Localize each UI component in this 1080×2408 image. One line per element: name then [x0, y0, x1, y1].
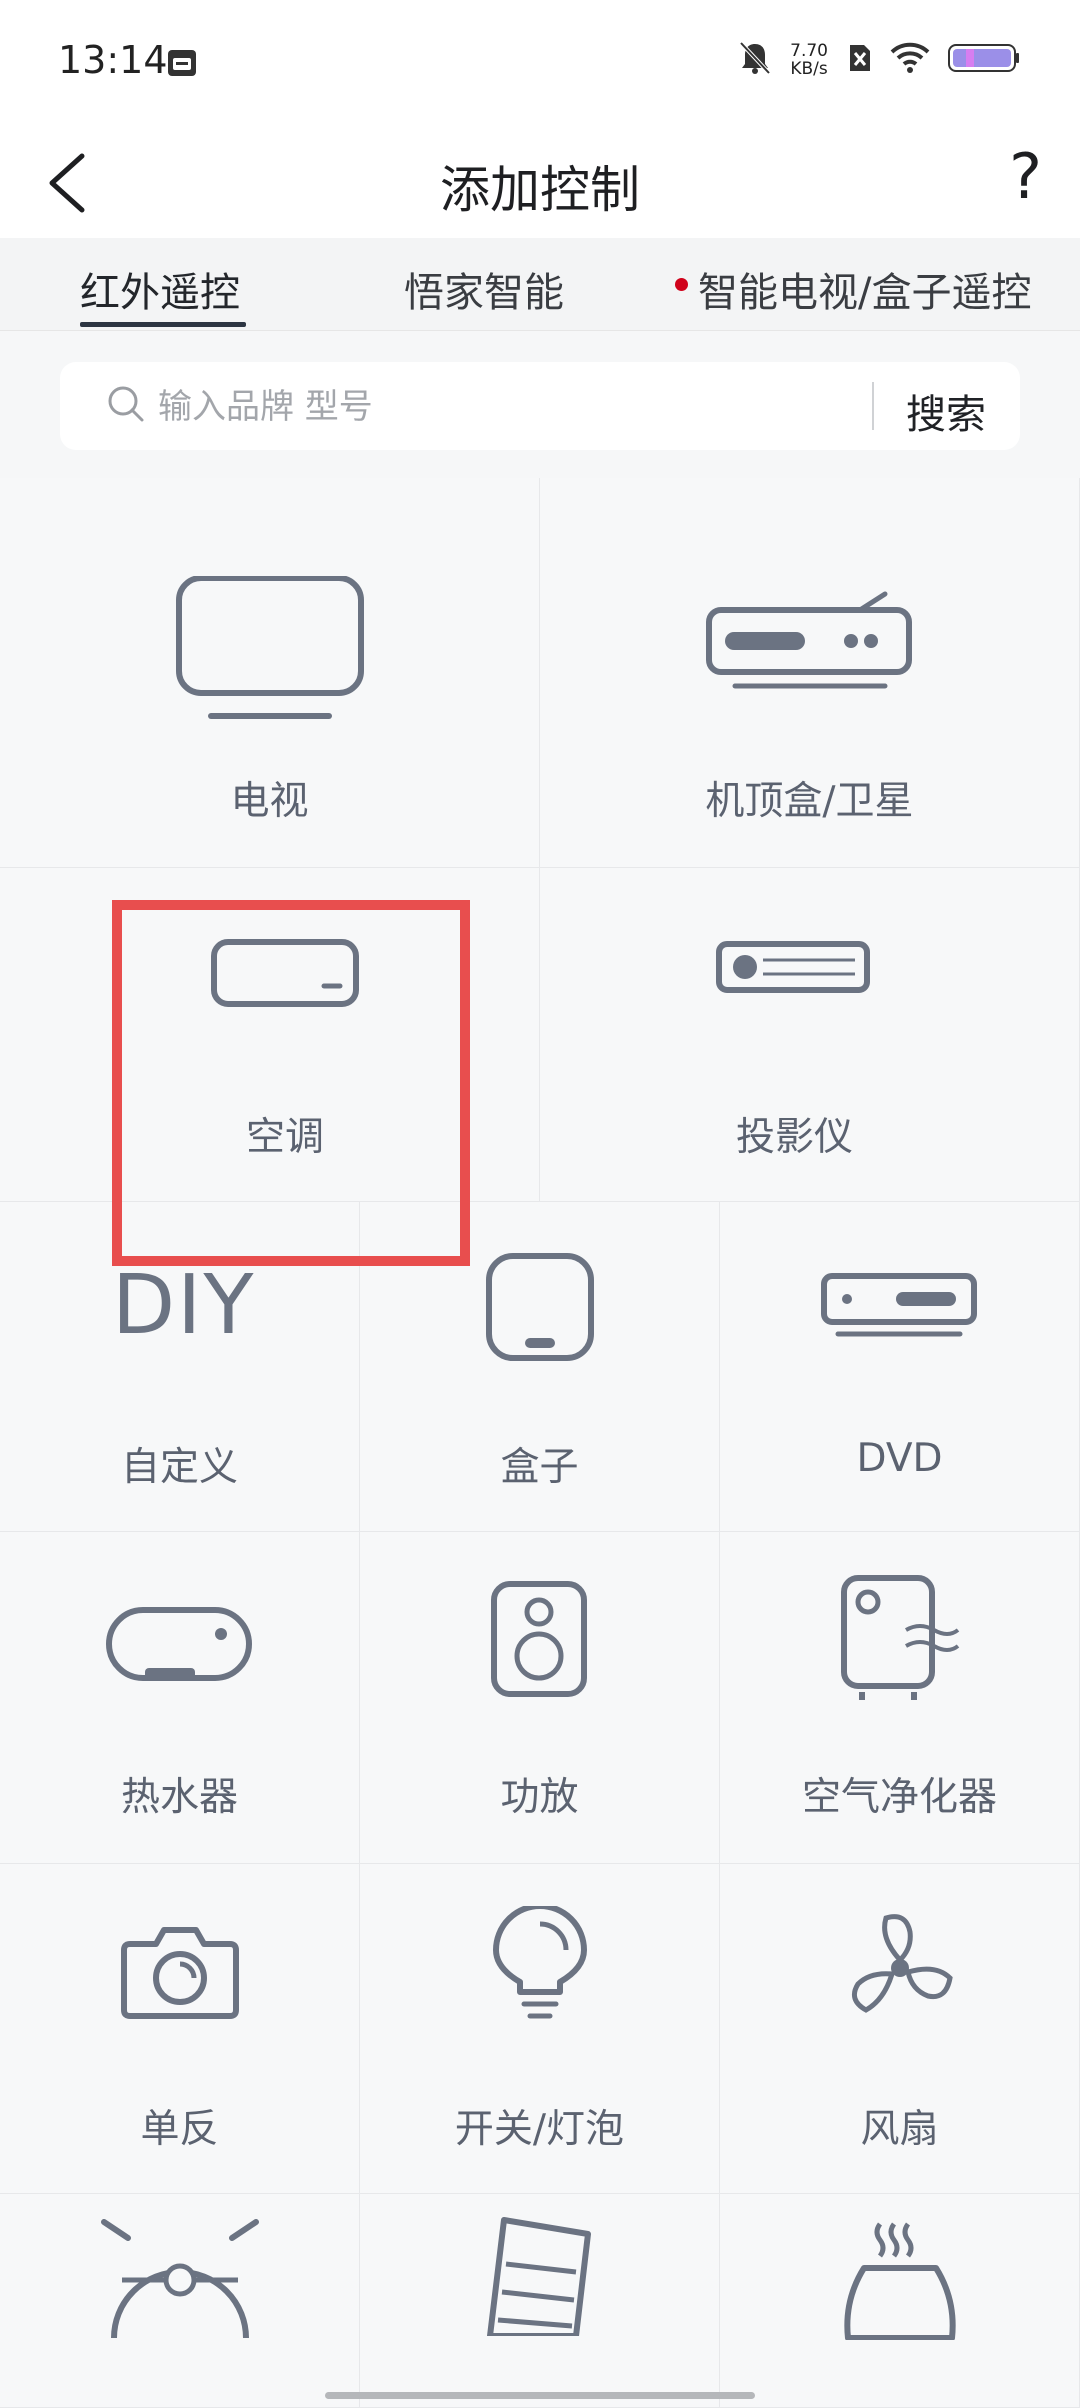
- device-amplifier[interactable]: 功放: [360, 1532, 720, 1864]
- header-bar: 添加控制 ?: [0, 128, 1080, 239]
- tv-icon: [175, 576, 364, 719]
- device-label: 风扇: [860, 2107, 939, 2152]
- device-fan[interactable]: 风扇: [720, 1864, 1080, 2194]
- device-label: 投影仪: [735, 1115, 853, 1160]
- mute-bell-icon: [738, 40, 772, 80]
- device-camera[interactable]: 单反: [0, 1864, 360, 2194]
- heater-icon: [486, 2217, 591, 2336]
- water-heater-icon: [105, 1607, 252, 1681]
- status-time: 13:14: [58, 38, 168, 82]
- device-set-top-box[interactable]: 机顶盒/卫星: [540, 478, 1080, 868]
- air-purifier-icon: [840, 1575, 959, 1700]
- search-input[interactable]: [156, 380, 920, 434]
- device-dvd[interactable]: DVD: [720, 1202, 1080, 1532]
- tab-smart-tv[interactable]: 智能电视/盒子遥控: [698, 260, 1031, 318]
- sim-off-icon: [846, 43, 872, 77]
- device-label: 电视: [230, 779, 309, 824]
- home-indicator[interactable]: [325, 2392, 755, 2399]
- set-top-box-icon: [705, 591, 912, 689]
- projector-icon: [716, 941, 870, 993]
- search-divider: [872, 382, 874, 430]
- light-bulb-icon: [492, 1906, 587, 2019]
- battery-icon: [948, 42, 1020, 78]
- device-light-bulb[interactable]: 开关/灯泡: [360, 1864, 720, 2194]
- new-badge-dot: [675, 278, 688, 291]
- diy-icon: DIY: [112, 1258, 256, 1353]
- device-label: 热水器: [120, 1775, 238, 1820]
- tab-infrared[interactable]: 红外遥控: [80, 260, 240, 318]
- search-bar: 搜索: [60, 362, 1020, 450]
- network-speed: 7.70 KB/s: [790, 42, 828, 78]
- device-air-purifier[interactable]: 空气净化器: [720, 1532, 1080, 1864]
- camera-icon: [120, 1927, 239, 2019]
- device-robot-vacuum[interactable]: [0, 2194, 360, 2408]
- device-tv[interactable]: 电视: [0, 478, 540, 868]
- calendar-icon: [166, 46, 198, 82]
- page-title: 添加控制: [440, 161, 640, 219]
- device-label: 单反: [140, 2107, 219, 2152]
- robot-vacuum-icon: [100, 2219, 259, 2338]
- box-icon: [485, 1253, 594, 1361]
- device-projector[interactable]: 投影仪: [540, 868, 1080, 1202]
- active-tab-indicator: [80, 322, 246, 327]
- status-bar: 13:14 7.70 KB/s: [0, 0, 1080, 128]
- device-label: 开关/灯泡: [454, 2107, 625, 2152]
- wifi-icon: [890, 42, 930, 78]
- device-label: 盒子: [500, 1445, 579, 1490]
- selection-highlight-box: [112, 900, 470, 1266]
- fan-icon: [851, 1914, 953, 2013]
- device-label: 功放: [500, 1775, 579, 1820]
- network-speed-unit: KB/s: [790, 59, 828, 79]
- device-label: 空气净化器: [801, 1775, 997, 1820]
- search-button[interactable]: 搜索: [906, 382, 986, 440]
- device-label: DVD: [856, 1436, 943, 1481]
- search-icon: [106, 384, 146, 428]
- humidifier-icon: [843, 2222, 956, 2340]
- device-label: 自定义: [120, 1445, 238, 1490]
- device-heater[interactable]: [360, 2194, 720, 2408]
- help-button[interactable]: ?: [1009, 140, 1042, 213]
- device-water-heater[interactable]: 热水器: [0, 1532, 360, 1864]
- dvd-icon: [820, 1273, 977, 1337]
- device-label: 机顶盒/卫星: [705, 779, 914, 824]
- tab-smart-home[interactable]: 悟家智能: [404, 260, 564, 318]
- status-icons: 7.70 KB/s: [738, 40, 1020, 80]
- category-tabs: 红外遥控 悟家智能 智能电视/盒子遥控: [0, 238, 1080, 331]
- network-speed-value: 7.70: [790, 41, 828, 61]
- device-humidifier[interactable]: [720, 2194, 1080, 2408]
- amplifier-icon: [490, 1581, 587, 1697]
